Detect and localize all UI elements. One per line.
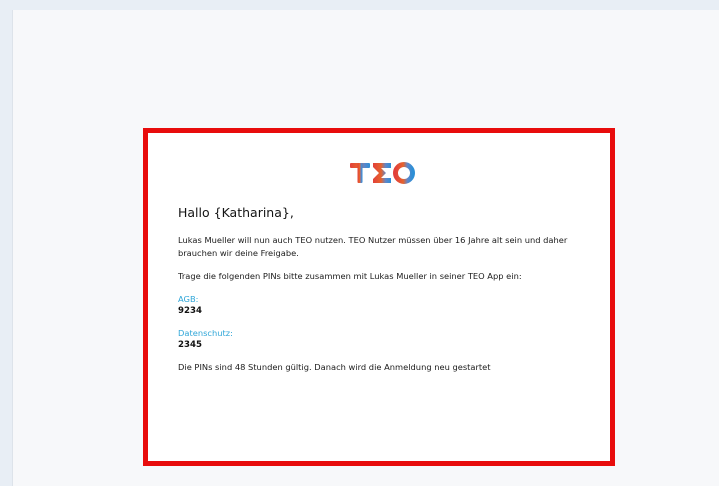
email-preview: Hallo {Katharina}, Lukas Mueller will nu… <box>178 159 588 374</box>
teo-logo-mark <box>350 162 415 184</box>
email-footer-text: Die PINs sind 48 Stunden gültig. Danach … <box>178 362 491 372</box>
email-highlight-frame: Hallo {Katharina}, Lukas Mueller will nu… <box>143 128 615 466</box>
email-greeting: Hallo {Katharina}, <box>178 205 294 220</box>
email-paragraph-intro: Lukas Mueller will nun auch TEO nutzen. … <box>178 235 568 258</box>
pin-value-datenschutz: 2345 <box>178 340 202 350</box>
page-background: Hallo {Katharina}, Lukas Mueller will nu… <box>12 10 719 486</box>
pin-label-agb: AGB: <box>178 294 199 304</box>
pin-label-datenschutz: Datenschutz: <box>178 328 233 338</box>
teo-logo <box>178 159 588 191</box>
email-paragraph-instructions: Trage die folgenden PINs bitte zusammen … <box>178 271 522 281</box>
pin-value-agb: 9234 <box>178 306 202 316</box>
